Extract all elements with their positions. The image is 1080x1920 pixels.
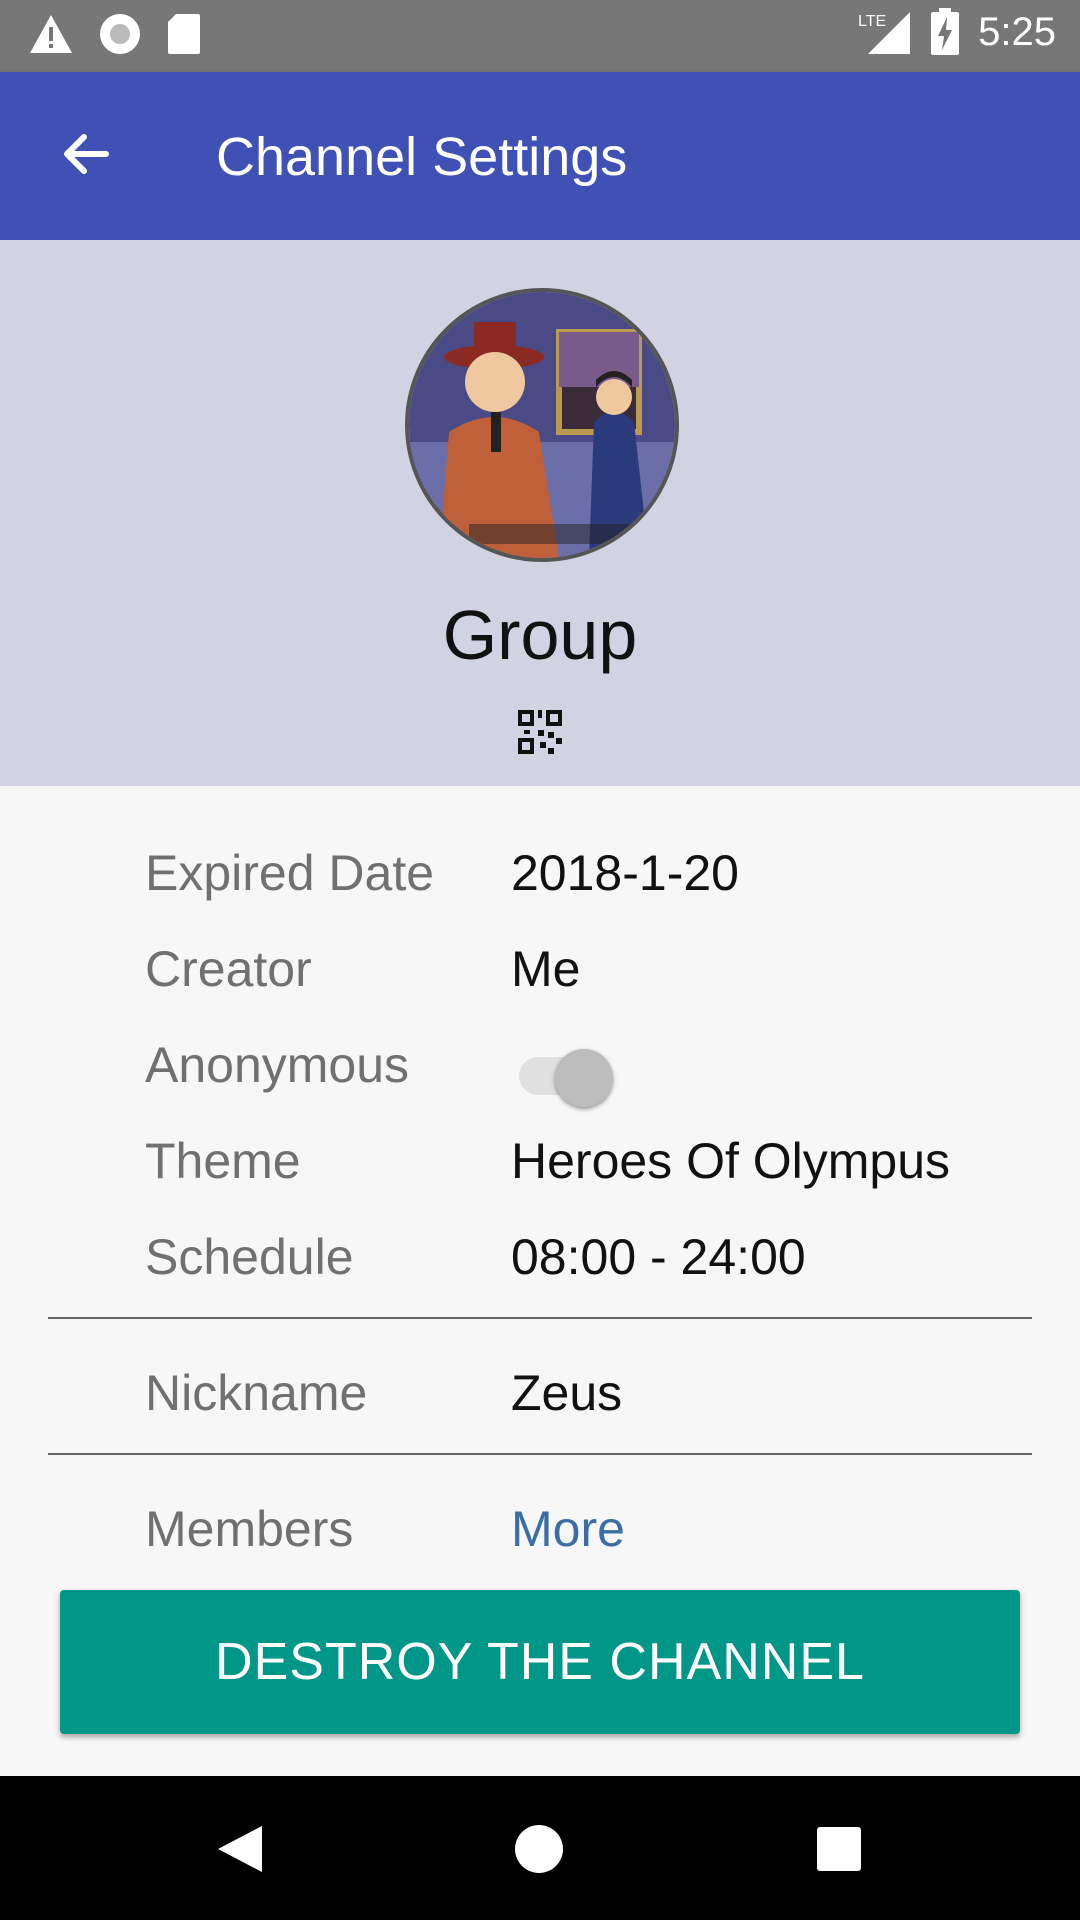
lte-signal-icon: LTE — [858, 12, 911, 54]
detail-row-creator: Creator Me — [145, 934, 1045, 1004]
anonymous-label: Anonymous — [145, 1037, 410, 1093]
home-circle-icon[interactable] — [514, 1824, 564, 1874]
channel-avatar[interactable] — [405, 288, 679, 562]
detail-row-anonymous: Anonymous — [145, 1030, 1045, 1107]
nickname-value[interactable]: Zeus — [511, 1364, 622, 1422]
back-triangle-icon[interactable] — [216, 1824, 264, 1874]
arrow-back-icon[interactable] — [56, 124, 116, 184]
members-more-link[interactable]: More — [511, 1500, 625, 1558]
destroy-channel-button[interactable]: DESTROY THE CHANNEL — [60, 1590, 1020, 1734]
detail-row-expired-date: Expired Date 2018-1-20 — [145, 838, 1045, 908]
detail-row-nickname[interactable]: Nickname Zeus — [145, 1358, 1045, 1428]
toggle-thumb — [555, 1049, 613, 1107]
detail-row-schedule: Schedule 08:00 - 24:00 — [145, 1222, 1045, 1292]
divider — [48, 1317, 1032, 1319]
sd-card-icon — [168, 14, 200, 54]
detail-row-members: Members More — [145, 1494, 1045, 1564]
members-label: Members — [145, 1501, 354, 1557]
warning-icon — [30, 15, 72, 53]
navigation-bar — [0, 1776, 1080, 1920]
status-bar: LTE 5:25 — [0, 0, 1080, 72]
avatar-image — [409, 292, 675, 558]
schedule-value: 08:00 - 24:00 — [511, 1229, 806, 1285]
status-time: 5:25 — [978, 9, 1056, 54]
schedule-label: Schedule — [145, 1229, 354, 1285]
creator-label: Creator — [145, 941, 312, 997]
expired-date-value: 2018-1-20 — [511, 845, 739, 901]
qr-code-icon[interactable] — [516, 708, 564, 756]
channel-name: Group — [442, 596, 638, 674]
lte-label: LTE — [858, 13, 886, 30]
page-title: Channel Settings — [216, 127, 628, 187]
channel-header: Group — [0, 240, 1080, 786]
nickname-label: Nickname — [145, 1365, 368, 1421]
anonymous-toggle[interactable] — [511, 1035, 613, 1107]
recents-square-icon[interactable] — [816, 1826, 862, 1872]
theme-label: Theme — [145, 1133, 301, 1189]
app-bar: Channel Settings — [0, 72, 1080, 240]
creator-value: Me — [511, 941, 581, 997]
battery-charging-icon — [931, 8, 960, 55]
detail-row-theme: Theme Heroes Of Olympus — [145, 1126, 1045, 1196]
expired-date-label: Expired Date — [145, 845, 435, 901]
divider — [48, 1453, 1032, 1455]
circle-icon — [100, 14, 140, 54]
theme-value: Heroes Of Olympus — [511, 1133, 951, 1189]
